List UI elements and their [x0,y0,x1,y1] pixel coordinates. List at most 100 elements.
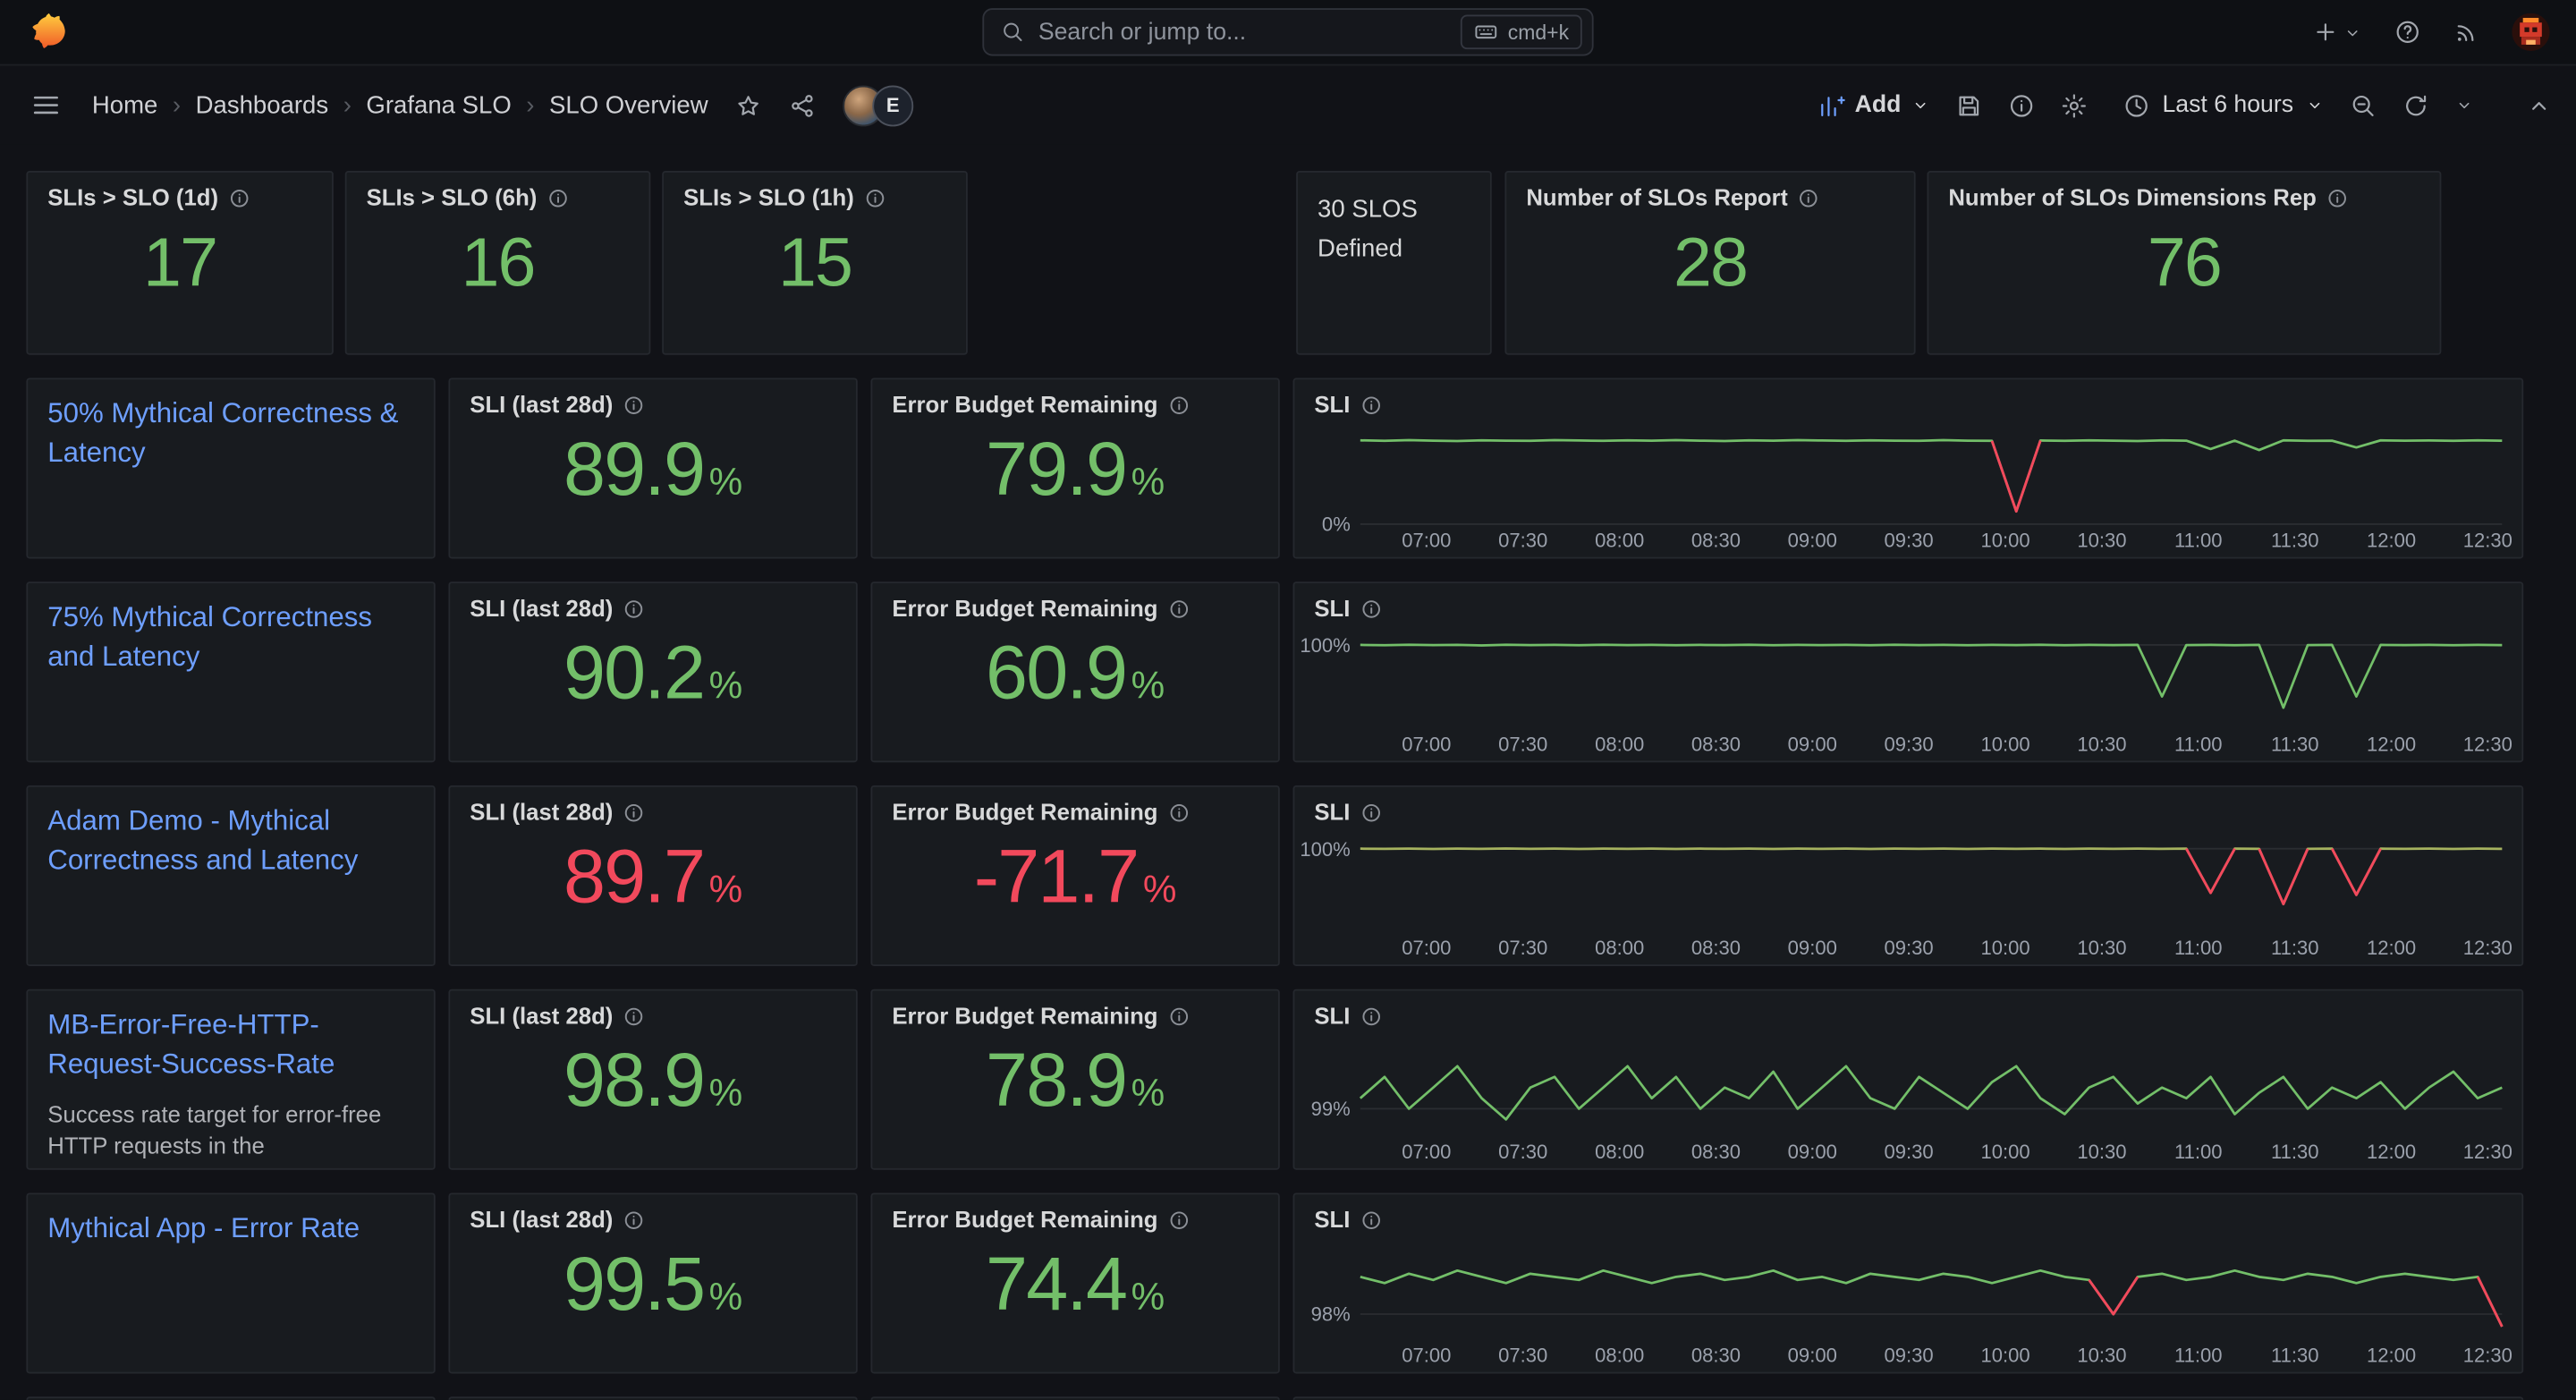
x-axis-label: 07:00 [1402,529,1451,552]
news-button[interactable] [2453,18,2480,46]
slo-link-panel: Adam Demo - Mythical Correctness and Lat… [26,785,435,966]
info-icon[interactable] [1798,187,1820,209]
slo-row: Adam Demo - Mythical Correctness and Lat… [26,785,2549,966]
chevron-down-icon [1911,96,1930,115]
panel-title[interactable]: Number of SLOs Dimensions Rep [1948,184,2317,213]
slo-link[interactable]: Adam Demo - Mythical Correctness and Lat… [47,802,414,879]
breadcrumb-home[interactable]: Home [92,91,157,119]
x-axis-label: 09:00 [1788,1344,1837,1367]
panel-title[interactable]: SLI (last 28d) [470,1206,613,1235]
user-avatar[interactable] [2512,13,2549,51]
add-button[interactable]: Add [1817,91,1930,119]
breadcrumb-folder[interactable]: Grafana SLO [366,91,511,119]
add-panel-icon [1817,91,1844,119]
stat-value: 79.9 [986,430,1126,505]
info-icon[interactable] [1360,1005,1382,1028]
panel-title[interactable]: Error Budget Remaining [892,1206,1157,1235]
info-icon[interactable] [1168,395,1191,417]
info-icon[interactable] [1360,1209,1382,1232]
panel-title[interactable]: SLI (last 28d) [470,391,613,420]
favorite-star-button[interactable] [734,91,762,119]
panel-title[interactable]: SLI [1314,595,1350,624]
grafana-logo[interactable] [26,11,69,54]
refresh-button[interactable] [2402,91,2429,119]
y-axis-label: 98% [1294,1304,1350,1324]
slo-link[interactable]: Mythical App - Error Rate [47,1209,414,1249]
info-icon[interactable] [623,1005,645,1028]
new-menu-button[interactable] [2311,18,2362,46]
sli-timeseries-chart[interactable]: 0%07:0007:3008:0008:3009:0009:3010:0010:… [1294,424,2521,557]
search-input[interactable]: Search or jump to... cmd+k [982,8,1593,55]
info-icon[interactable] [1168,1005,1191,1028]
panel-title[interactable]: SLIs > SLO (1h) [683,184,854,213]
info-icon[interactable] [1168,1209,1191,1232]
panel-title[interactable]: SLI [1314,1002,1350,1031]
dashboard-canvas: SLIs > SLO (1d) 17 SLIs > SLO (6h) 16 SL… [0,145,2576,1400]
keyboard-icon [1473,20,1498,45]
x-axis-label: 11:00 [2174,1344,2223,1367]
panel-title[interactable]: SLI [1314,391,1350,420]
panel-title[interactable]: SLI (last 28d) [470,1002,613,1031]
help-button[interactable] [2394,18,2421,46]
y-axis-label: 100% [1294,839,1350,859]
info-icon[interactable] [623,395,645,417]
panel-title[interactable]: Error Budget Remaining [892,391,1157,420]
save-button[interactable] [1955,91,1983,119]
breadcrumb-dashboards[interactable]: Dashboards [196,91,329,119]
sli-timeseries-chart[interactable]: 100%07:0007:3008:0008:3009:0009:3010:001… [1294,831,2521,964]
slo-link-panel: 50% Mythical Correctness & Latency [26,378,435,558]
settings-button[interactable] [2061,91,2089,119]
topbar-actions [2311,13,2549,51]
panel-title[interactable]: Error Budget Remaining [892,799,1157,827]
info-icon[interactable] [2326,187,2349,209]
share-button[interactable] [789,91,817,119]
stat-panel-slo-1d: SLIs > SLO (1d) 17 [26,171,333,355]
info-icon[interactable] [1360,802,1382,824]
info-icon[interactable] [1168,802,1191,824]
panel-title[interactable]: SLI [1314,1206,1350,1235]
info-icon[interactable] [864,187,886,209]
zoom-out-button[interactable] [2350,91,2377,119]
time-range-button[interactable]: Last 6 hours [2123,91,2325,119]
x-axis-label: 07:00 [1402,1141,1451,1164]
panel-title[interactable]: SLI (last 28d) [470,799,613,827]
slo-link[interactable]: 75% Mythical Correctness and Latency [47,598,414,676]
x-axis-label: 08:30 [1691,733,1741,756]
sli-timeseries-chart[interactable]: 100%07:0007:3008:0008:3009:0009:3010:001… [1294,628,2521,761]
slo-link-panel: 75% Mythical Correctness and Latency [26,581,435,762]
slo-link[interactable]: 50% Mythical Correctness & Latency [47,395,414,472]
sli-timeseries-chart[interactable]: 99%07:0007:3008:0008:3009:0009:3010:0010… [1294,1035,2521,1168]
panel-title[interactable]: SLI (last 28d) [470,595,613,624]
dashboard-viewers[interactable]: E [843,85,913,126]
share-icon [789,91,817,119]
stat-value: 28 [1674,228,1747,297]
info-icon[interactable] [623,598,645,621]
panel-title[interactable]: SLIs > SLO (1d) [47,184,218,213]
panel-title[interactable]: SLIs > SLO (6h) [367,184,538,213]
refresh-icon [2402,91,2429,119]
x-axis-label: 09:30 [1884,1344,1933,1367]
x-axis-label: 12:00 [2367,1344,2416,1367]
info-icon[interactable] [623,1209,645,1232]
dashboard-info-button[interactable] [2008,91,2036,119]
slo-link[interactable]: MB-Error-Free-HTTP-Request-Success-Rate [47,1005,414,1083]
panel-title[interactable]: SLI [1314,799,1350,827]
info-icon[interactable] [1360,395,1382,417]
info-icon[interactable] [623,802,645,824]
refresh-interval-button[interactable] [2454,96,2474,115]
info-icon[interactable] [228,187,250,209]
sli-timeseries-chart[interactable]: 98%07:0007:3008:0008:3009:0009:3010:0010… [1294,1239,2521,1372]
collapse-toolbar-button[interactable] [2525,91,2553,119]
info-icon[interactable] [547,187,569,209]
info-icon[interactable] [1168,598,1191,621]
slo-link-panel: MB-Error-Free-HTTP-Request-Success-Rate … [26,989,435,1170]
panel-title[interactable]: Error Budget Remaining [892,1002,1157,1031]
partial-panel [1293,1396,2524,1400]
stat-value: 89.7 [564,838,704,913]
info-icon [2008,91,2036,119]
info-icon[interactable] [1360,598,1382,621]
panel-title[interactable]: Number of SLOs Report [1526,184,1788,213]
stat-unit: % [1143,870,1177,908]
panel-title[interactable]: Error Budget Remaining [892,595,1157,624]
menu-toggle-button[interactable] [23,82,69,128]
